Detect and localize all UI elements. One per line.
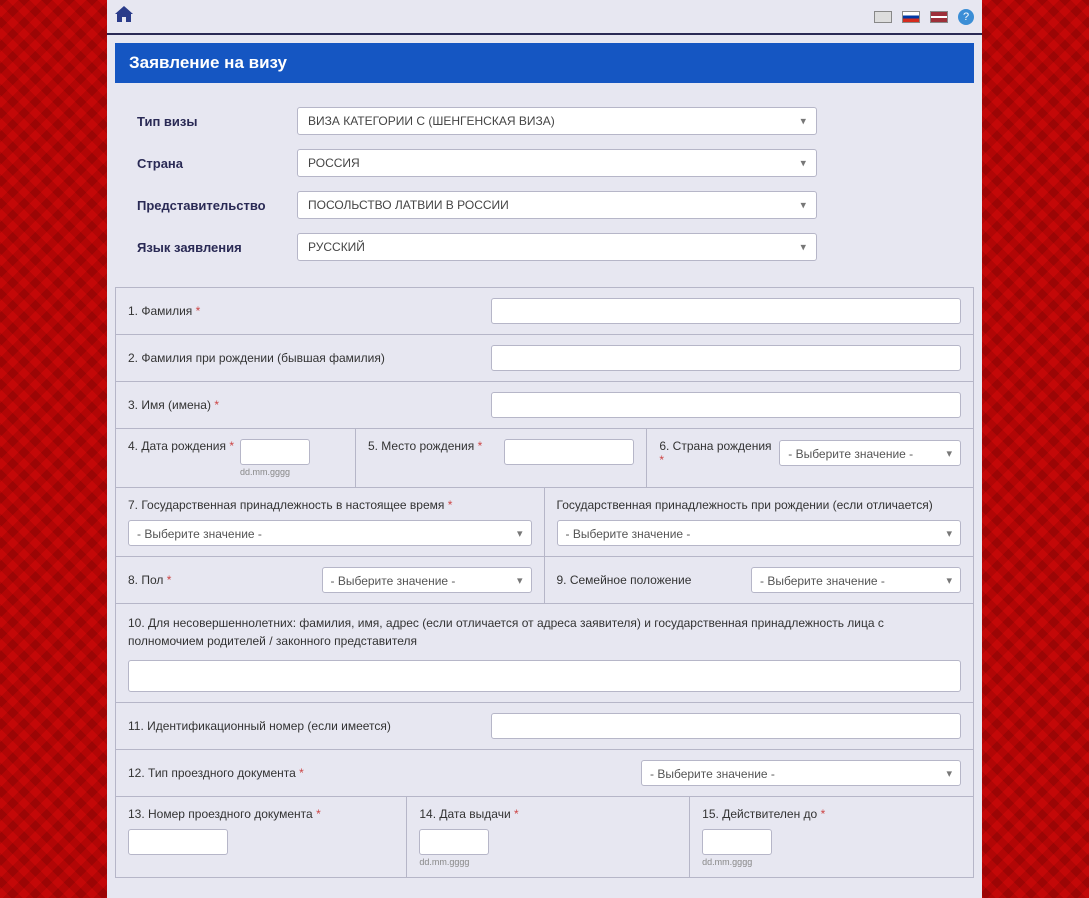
f1-label: 1. Фамилия * <box>128 304 200 318</box>
f4-hint: dd.mm.gggg <box>240 467 310 477</box>
f15-label: 15. Действителен до * <box>702 807 961 821</box>
visa-type-label: Тип визы <box>137 114 297 129</box>
f11-input[interactable] <box>491 713 961 739</box>
home-icon[interactable] <box>115 6 133 27</box>
f7-label: 7. Государственная принадлежность в наст… <box>128 498 532 512</box>
f14-input[interactable] <box>419 829 489 855</box>
lang-label: Язык заявления <box>137 240 297 255</box>
page-container: ? Заявление на визу Тип визы ВИЗА КАТЕГО… <box>107 0 982 898</box>
f15-input[interactable] <box>702 829 772 855</box>
f8-select[interactable]: - Выберите значение - <box>322 567 532 593</box>
mission-label: Представительство <box>137 198 297 213</box>
f9-select[interactable]: - Выберите значение - <box>751 567 961 593</box>
f8-label: 8. Пол * <box>128 573 171 587</box>
f12-label: 12. Тип проездного документа * <box>128 766 304 780</box>
form-table: 1. Фамилия * 2. Фамилия при рождении (бы… <box>115 287 974 878</box>
flag-ru-icon[interactable] <box>902 11 920 23</box>
f11-label: 11. Идентификационный номер (если имеетс… <box>128 719 391 733</box>
f13-label: 13. Номер проездного документа * <box>128 807 394 821</box>
country-label: Страна <box>137 156 297 171</box>
f3-label: 3. Имя (имена) * <box>128 398 219 412</box>
f4-label: 4. Дата рождения * <box>128 439 234 477</box>
meta-block: Тип визы ВИЗА КАТЕГОРИИ C (ШЕНГЕНСКАЯ ВИ… <box>107 83 982 279</box>
topbar-right: ? <box>874 9 974 25</box>
f6-select[interactable]: - Выберите значение - <box>779 440 961 466</box>
f1-input[interactable] <box>491 298 961 324</box>
f4-input[interactable] <box>240 439 310 465</box>
f6-label: 6. Страна рождения * <box>659 439 773 467</box>
f2-input[interactable] <box>491 345 961 371</box>
visa-type-select[interactable]: ВИЗА КАТЕГОРИИ C (ШЕНГЕНСКАЯ ВИЗА) <box>297 107 817 135</box>
f12-select[interactable]: - Выберите значение - <box>641 760 961 786</box>
f7-select[interactable]: - Выберите значение - <box>128 520 532 546</box>
f7b-label: Государственная принадлежность при рожде… <box>557 498 962 512</box>
f5-input[interactable] <box>504 439 634 465</box>
page-title: Заявление на визу <box>115 43 974 83</box>
f14-hint: dd.mm.gggg <box>419 857 677 867</box>
top-bar: ? <box>107 0 982 35</box>
flag-uk-icon[interactable] <box>874 11 892 23</box>
help-icon[interactable]: ? <box>958 9 974 25</box>
mission-select[interactable]: ПОСОЛЬСТВО ЛАТВИИ В РОССИИ <box>297 191 817 219</box>
f13-input[interactable] <box>128 829 228 855</box>
f2-label: 2. Фамилия при рождении (бывшая фамилия) <box>128 351 385 365</box>
f15-hint: dd.mm.gggg <box>702 857 961 867</box>
f10-label: 10. Для несовершеннолетних: фамилия, имя… <box>128 614 961 650</box>
f10-input[interactable] <box>128 660 961 692</box>
f5-label: 5. Место рождения * <box>368 439 482 465</box>
country-select[interactable]: РОССИЯ <box>297 149 817 177</box>
f3-input[interactable] <box>491 392 961 418</box>
flag-lv-icon[interactable] <box>930 11 948 23</box>
f14-label: 14. Дата выдачи * <box>419 807 677 821</box>
lang-select[interactable]: РУССКИЙ <box>297 233 817 261</box>
f9-label: 9. Семейное положение <box>557 573 692 587</box>
f7b-select[interactable]: - Выберите значение - <box>557 520 962 546</box>
